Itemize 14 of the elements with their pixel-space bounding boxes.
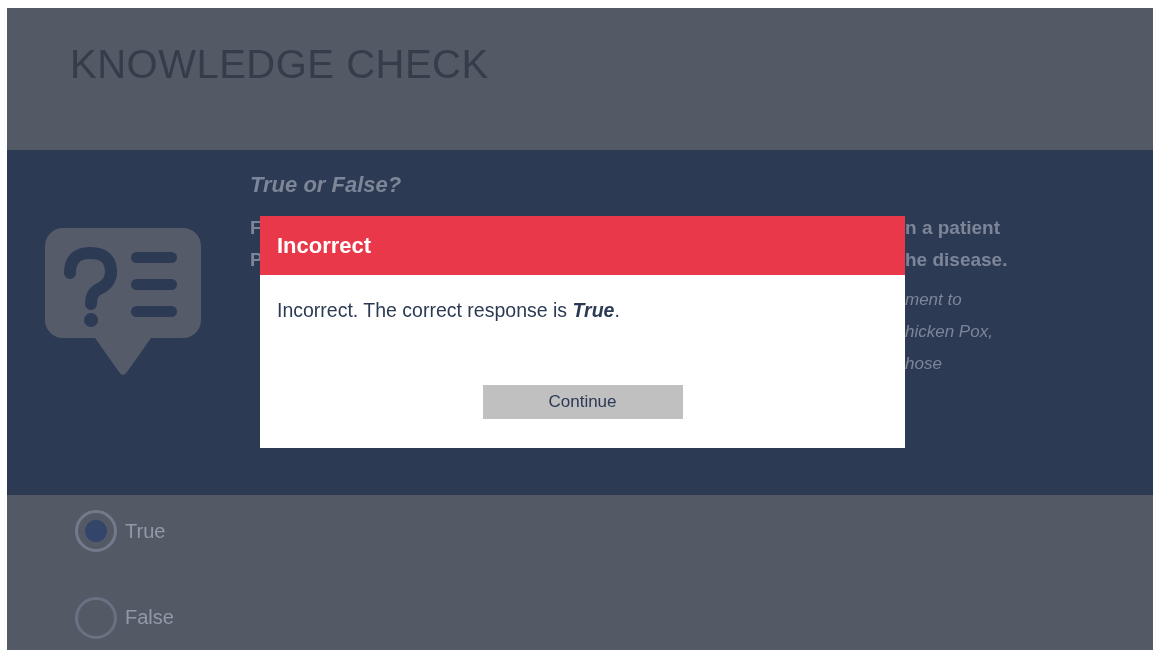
- radio-button[interactable]: [75, 596, 117, 639]
- question-text-fragment: he disease.: [905, 248, 1008, 272]
- continue-button[interactable]: Continue: [482, 385, 683, 419]
- explanation-text-fragment: hose: [905, 353, 943, 375]
- question-text-fragment: n a patient: [905, 216, 1001, 240]
- option-label: True: [125, 519, 166, 543]
- radio-button[interactable]: [75, 510, 117, 552]
- question-list-icon: [45, 228, 201, 376]
- option-label: False: [125, 606, 174, 629]
- explanation-text-fragment: ment to: [905, 289, 963, 311]
- explanation-text-fragment: hicken Pox,: [905, 321, 994, 343]
- dialog-title: Incorrect: [260, 216, 905, 275]
- question-heading: True or False?: [250, 172, 403, 199]
- dialog-message: Incorrect. The correct response is True.: [277, 299, 621, 322]
